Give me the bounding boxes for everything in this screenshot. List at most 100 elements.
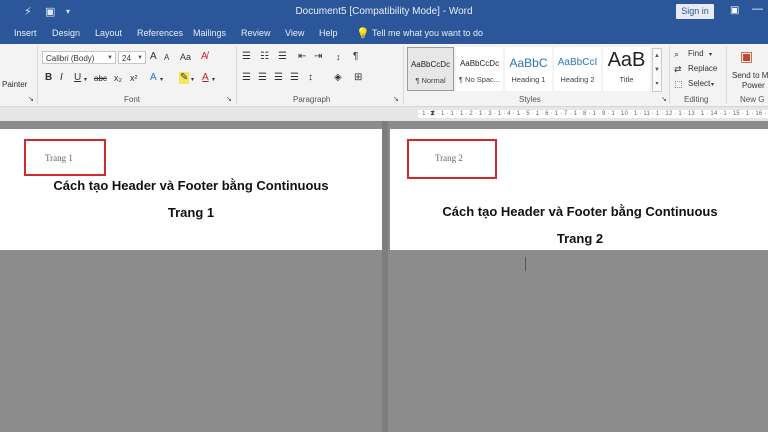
page-1-subtitle[interactable]: Trang 1 [0,205,382,220]
style-heading-1[interactable]: AaBbC Heading 1 [505,47,552,91]
underline-dropdown-icon[interactable]: ▾ [84,74,87,86]
font-name-value: Calibri (Body) [46,54,95,63]
find-button[interactable]: Find [688,49,704,58]
style-heading-2[interactable]: AaBbCcI Heading 2 [554,47,601,91]
show-formatting-icon[interactable]: ¶ [353,51,358,63]
style-normal[interactable]: AaBbCcDc ¶ Normal [407,47,454,91]
styles-group-label: Styles [519,95,541,104]
style-name: ¶ No Spac... [458,75,501,84]
page-2-header-text[interactable]: Trang 2 [435,153,463,163]
italic-button[interactable]: I [60,72,63,84]
clear-formatting-icon[interactable]: A̸ [201,51,208,63]
text-effects-icon[interactable]: A [150,72,157,84]
tab-help[interactable]: Help [319,28,338,38]
bold-button[interactable]: B [45,72,52,84]
bullets-icon[interactable]: ☰ [242,51,251,63]
change-case-button[interactable]: Aa [180,51,191,63]
borders-icon[interactable]: ⊞ [354,72,362,84]
minimize-icon[interactable]: — [752,3,763,15]
style-name: ¶ Normal [415,76,446,85]
style-preview: AaBbCcDc [410,60,451,69]
sign-in-button[interactable]: Sign in [676,4,714,19]
select-icon: ⬚ [674,79,683,89]
style-preview: AaBbC [509,56,548,70]
strikethrough-button[interactable]: abc [94,73,107,85]
new-group-label: New G [740,95,765,104]
send-to-powerpoint-line2: Power [742,81,765,90]
paragraph-launcher-icon[interactable]: ↘ [393,94,399,106]
highlight-icon[interactable]: ✎ [179,72,190,84]
page-2-subtitle[interactable]: Trang 2 [390,231,768,246]
horizontal-ruler[interactable]: · 1 · 2 · 1 · 1 · 1 · 2 · 1 · 3 · 1 · 4 … [418,110,768,118]
style-preview: AaB [607,49,646,71]
style-title[interactable]: AaB Title [603,47,650,91]
chevron-down-icon: ▼ [137,55,143,61]
tab-view[interactable]: View [285,28,304,38]
font-launcher-icon[interactable]: ↘ [226,94,232,106]
align-center-icon[interactable]: ☰ [258,72,267,84]
justify-icon[interactable]: ☰ [290,72,299,84]
shading-icon[interactable]: ◈ [334,72,342,84]
increase-indent-icon[interactable]: ⇥ [314,51,322,63]
style-name: Title [619,75,634,84]
tab-references[interactable]: References [137,28,183,38]
decrease-indent-icon[interactable]: ⇤ [298,51,306,63]
style-name: Heading 1 [511,75,546,84]
indent-marker-icon[interactable]: ⧗ [430,110,435,118]
grow-font-button[interactable]: A [150,51,157,63]
replace-button[interactable]: Replace [688,64,717,73]
sort-icon[interactable]: ↕ [336,51,341,63]
font-name-dropdown[interactable]: Calibri (Body) ▼ [42,51,116,64]
tab-layout[interactable]: Layout [95,28,122,38]
select-button[interactable]: Select [688,79,710,88]
tab-mailings[interactable]: Mailings [193,28,226,38]
ribbon-display-options-icon[interactable]: ▣ [730,5,739,16]
chevron-down-icon[interactable]: ▾ [191,74,194,86]
align-right-icon[interactable]: ☰ [274,72,283,84]
replace-icon: ⇄ [674,64,682,74]
line-spacing-icon[interactable]: ↕ [308,72,313,84]
chevron-down-icon[interactable]: ▾ [711,79,714,91]
tab-design[interactable]: Design [52,28,80,38]
clipboard-launcher-icon[interactable]: ↘ [28,94,34,106]
ribbon-tabs: Insert Design Layout References Mailings… [0,24,768,44]
ribbon: Painter ↘ Calibri (Body) ▼ 24 ▼ A A Aa A̸ … [0,44,768,107]
styles-launcher-icon[interactable]: ↘ [661,94,667,106]
title-bar: ⚡ ▣ ▾ Document5 [Compatibility Mode] - W… [0,0,768,24]
font-size-value: 24 [122,54,131,63]
page-gap [382,121,388,432]
lightbulb-icon: 💡 [356,28,370,40]
style-no-spacing[interactable]: AaBbCcDc ¶ No Spac... [456,47,503,91]
chevron-down-icon[interactable]: ▾ [212,74,215,86]
page-1-title[interactable]: Cách tạo Header và Footer bằng Continuou… [0,178,382,193]
style-preview: AaBbCcDc [459,59,500,68]
shrink-font-button[interactable]: A [164,52,169,64]
style-name: Heading 2 [560,75,595,84]
page-1-header-text[interactable]: Trang 1 [45,153,73,163]
format-painter-button[interactable]: Painter [2,80,27,89]
tab-insert[interactable]: Insert [14,28,37,38]
text-cursor [525,257,526,271]
underline-button[interactable]: U [74,72,81,84]
editing-group-label: Editing [684,95,709,104]
superscript-button[interactable]: x² [130,72,138,84]
font-size-dropdown[interactable]: 24 ▼ [118,51,146,64]
document-title: Document5 [Compatibility Mode] - Word [295,6,473,17]
font-color-icon[interactable]: A [202,72,209,84]
multilevel-list-icon[interactable]: ☰ [278,51,287,63]
align-left-icon[interactable]: ☰ [242,72,251,84]
subscript-button[interactable]: x₂ [114,72,122,84]
numbering-icon[interactable]: ☷ [260,51,269,63]
styles-scroll[interactable]: ▲ ▼ ▾ [652,48,662,92]
tell-me-search[interactable]: Tell me what you want to do [372,28,483,38]
page-2-title[interactable]: Cách tạo Header và Footer bằng Continuou… [390,204,768,219]
powerpoint-icon[interactable]: ▣ [740,49,753,63]
chevron-down-icon[interactable]: ▾ [160,74,163,86]
tab-review[interactable]: Review [241,28,271,38]
chevron-down-icon[interactable]: ▾ [709,49,712,61]
page-2[interactable]: Trang 2 Cách tạo Header và Footer bằng C… [390,129,768,250]
page-1[interactable]: Trang 1 Cách tạo Header và Footer bằng C… [0,129,382,250]
send-to-powerpoint-button[interactable]: Send to M [732,71,768,80]
paragraph-group-label: Paragraph [293,95,331,104]
search-icon: ⌕ [674,49,680,59]
